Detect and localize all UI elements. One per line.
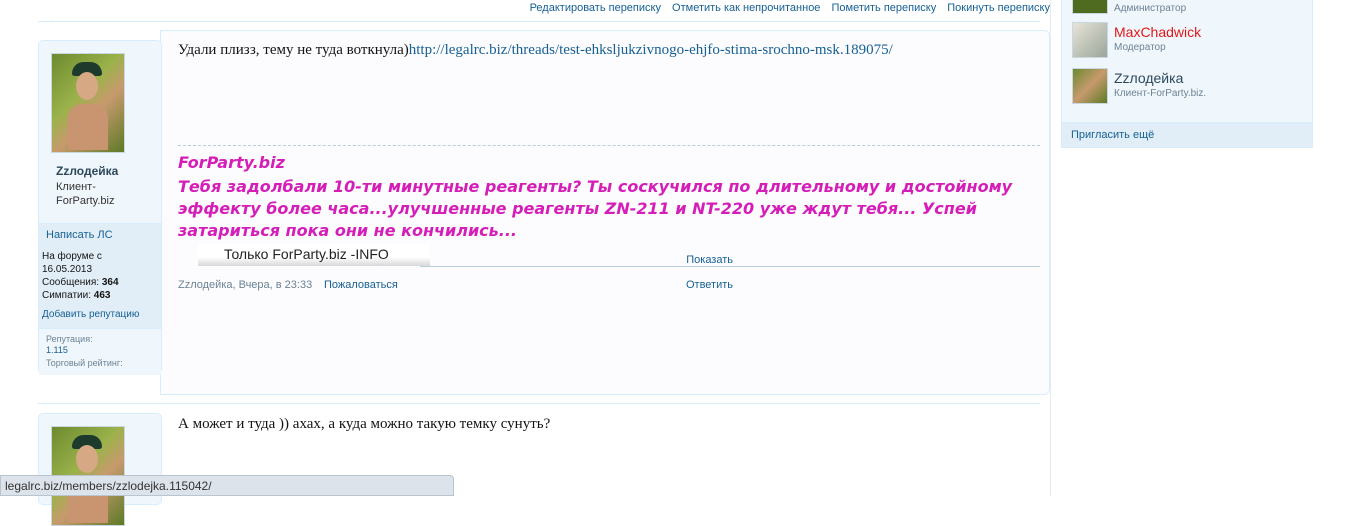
send-pm-link[interactable]: Написать ЛС: [46, 229, 113, 241]
avatar[interactable]: [1072, 22, 1108, 58]
mark-unread-link[interactable]: Отметить как непрочитанное: [672, 2, 820, 14]
user-stats: На форуме с 16.05.2013 Сообщения: 364 Си…: [42, 250, 119, 302]
signature-brand: ForParty.biz: [178, 153, 285, 172]
participant-maxchadwick: MaxChadwick Модератор: [1072, 22, 1302, 60]
message-link[interactable]: http://legalrc.biz/threads/test-ehksljuk…: [409, 42, 893, 58]
participant-role: Модератор: [1114, 42, 1166, 53]
status-url: legalrc.biz/members/zzlodejka.115042/: [5, 479, 212, 493]
reputation-box: Репутация: 1.115 Торговый рейтинг:: [39, 328, 161, 375]
conversation-participants: Администратор MaxChadwick Модератор Zzло…: [1061, 0, 1313, 148]
invite-bar: Пригласить ещё: [1062, 122, 1312, 147]
reputation-value[interactable]: 1.115: [46, 345, 68, 355]
message-text: Удали плизз, тему не туда воткнула)http:…: [178, 42, 893, 58]
avatar[interactable]: [1072, 0, 1108, 14]
likes-label: Симпатии:: [42, 290, 91, 301]
signature-banner[interactable]: Только ForParty.biz -INFO: [198, 244, 430, 266]
avatar[interactable]: [51, 53, 125, 153]
participant-role: Клиент-ForParty.biz.: [1114, 88, 1207, 99]
participant-role: Администратор: [1114, 3, 1187, 14]
leave-conversation-link[interactable]: Покинуть переписку: [947, 2, 1050, 14]
username-link[interactable]: Zzлодейка: [56, 164, 118, 178]
post-divider: [38, 403, 1040, 404]
thread-content: Редактировать переписку Отметить как неп…: [0, 0, 1050, 526]
message-text: А может и туда )) ахах, а куда можно так…: [178, 416, 551, 432]
star-conversation-link[interactable]: Пометить переписку: [832, 2, 937, 14]
avatar[interactable]: [1072, 68, 1108, 104]
participant-zzlodejka: Zzлодейка Клиент-ForParty.biz.: [1072, 68, 1302, 106]
reputation-label: Репутация:: [46, 334, 93, 344]
post-meta[interactable]: Zzлодейка, Вчера, в 23:33: [178, 279, 312, 291]
likes-count: 463: [93, 290, 111, 301]
messages-label: Сообщения:: [42, 277, 100, 288]
joined-date: 16.05.2013: [42, 264, 93, 275]
participant-admin: Администратор: [1072, 0, 1302, 16]
joined-label: На форуме с: [42, 251, 102, 262]
add-reputation-link[interactable]: Добавить репутацию: [42, 309, 139, 320]
signature-text: Тебя задолбали 10-ти минутные реагенты? …: [178, 177, 1013, 240]
reply-link[interactable]: Ответить: [686, 279, 733, 291]
show-spoiler-link[interactable]: Показать: [686, 254, 733, 266]
report-link[interactable]: Пожаловаться: [324, 279, 398, 291]
divider: [38, 21, 1040, 22]
browser-statusbar: legalrc.biz/members/zzlodejka.115042/: [0, 475, 454, 496]
spoiler-divider: [420, 266, 1040, 267]
conversation-actions: Редактировать переписку Отметить как неп…: [0, 2, 1050, 14]
banner-text: Только ForParty.biz -INFO: [224, 246, 389, 262]
messages-count: 364: [101, 277, 119, 288]
invite-link[interactable]: Пригласить ещё: [1071, 129, 1154, 141]
user-card: Zzлодейка Клиент-ForParty.biz Написать Л…: [38, 40, 162, 375]
participant-name[interactable]: Zzлодейка: [1114, 70, 1183, 86]
signature-divider: [178, 145, 1040, 146]
edit-conversation-link[interactable]: Редактировать переписку: [530, 2, 661, 14]
user-title: Клиент-ForParty.biz: [56, 181, 115, 207]
trade-rating-label: Торговый рейтинг:: [46, 358, 123, 368]
user-extra: Написать ЛС На форуме с 16.05.2013 Сообщ…: [39, 223, 161, 375]
participant-name[interactable]: MaxChadwick: [1114, 24, 1201, 40]
